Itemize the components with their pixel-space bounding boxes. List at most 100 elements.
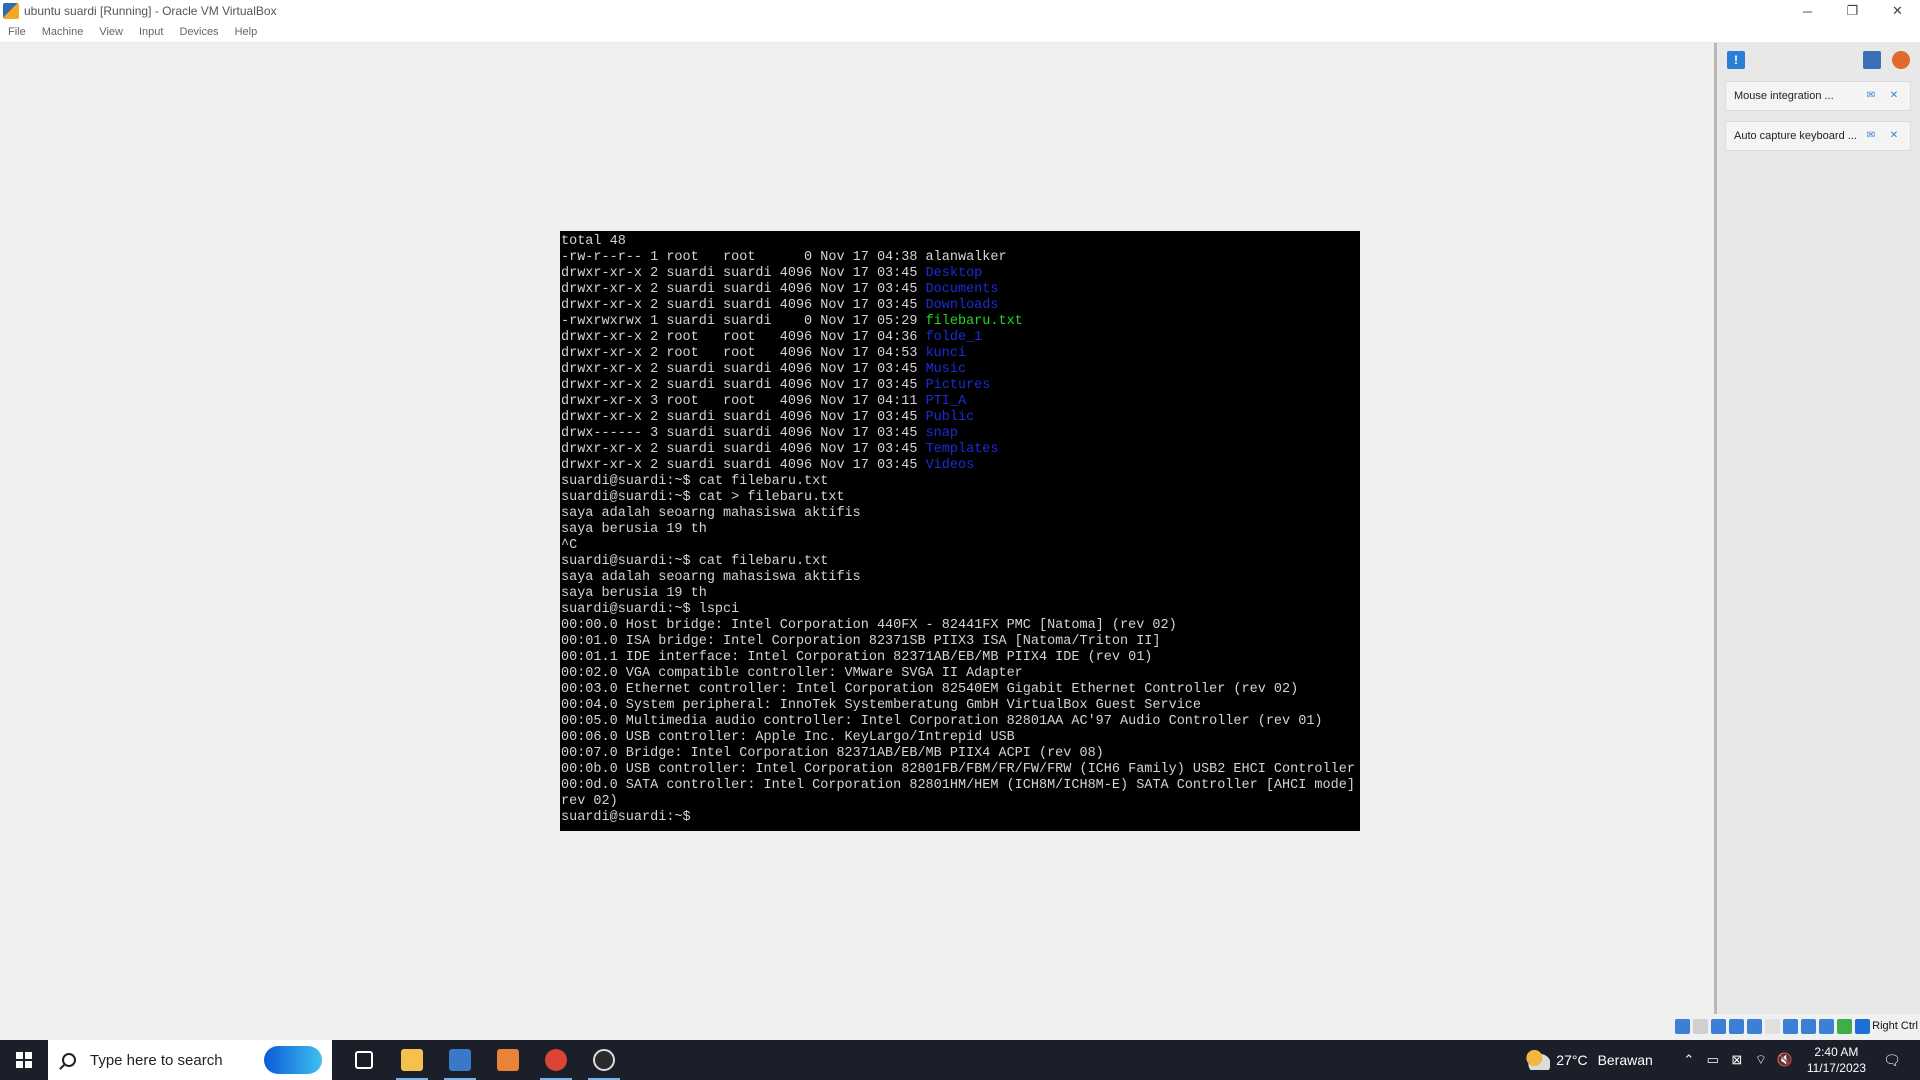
taskbar-app-chrome[interactable]	[532, 1040, 580, 1080]
taskbar-search[interactable]: Type here to search	[48, 1040, 332, 1080]
status-device-icon[interactable]	[1765, 1019, 1780, 1034]
weather-icon[interactable]	[1524, 1050, 1551, 1070]
terminal-line: saya berusia 19 th	[561, 586, 1359, 602]
terminal-text: saya adalah seoarng mahasiswa aktifis	[561, 570, 861, 585]
terminal-filename: Music	[925, 362, 967, 377]
terminal-text: 00:03.0 Ethernet controller: Intel Corpo…	[561, 682, 1299, 697]
menu-machine[interactable]: Machine	[35, 26, 91, 38]
status-device-icon[interactable]	[1711, 1019, 1726, 1034]
tablet-icon[interactable]: ▭	[1701, 1052, 1725, 1068]
terminal-line: -rwxrwxrwx 1 suardi suardi 0 Nov 17 05:2…	[561, 314, 1359, 330]
notification-center-icon[interactable]: 🗨	[1880, 1052, 1904, 1069]
status-device-icon[interactable]	[1783, 1019, 1798, 1034]
chrome-icon	[545, 1049, 567, 1071]
clock[interactable]: 2:40 AM 11/17/2023	[1807, 1044, 1866, 1076]
terminal-text: drwxr-xr-x 2 suardi suardi 4096 Nov 17 0…	[561, 266, 926, 281]
minimize-button[interactable]: ─	[1785, 0, 1830, 22]
title-bar: ubuntu suardi [Running] - Oracle VM Virt…	[0, 0, 1920, 22]
menu-input[interactable]: Input	[132, 26, 170, 38]
terminal-text: drwxr-xr-x 3 root root 4096 Nov 17 04:11	[561, 394, 926, 409]
terminal-line: ^C	[561, 538, 1359, 554]
terminal-text: saya adalah seoarng mahasiswa aktifis	[561, 506, 861, 521]
taskbar-app-virtualbox[interactable]	[436, 1040, 484, 1080]
menu-devices[interactable]: Devices	[172, 26, 225, 38]
terminal-line: 00:05.0 Multimedia audio controller: Int…	[561, 714, 1359, 730]
terminal-text: 00:06.0 USB controller: Apple Inc. KeyLa…	[561, 730, 1015, 745]
terminal-text: suardi@suardi:~$	[561, 810, 699, 825]
terminal-line: drwxr-xr-x 3 root root 4096 Nov 17 04:11…	[561, 394, 1359, 410]
status-device-icon[interactable]	[1693, 1019, 1708, 1034]
status-device-icon[interactable]	[1819, 1019, 1834, 1034]
weather-description[interactable]: Berawan	[1598, 1052, 1653, 1068]
status-device-icon[interactable]	[1801, 1019, 1816, 1034]
guest-terminal[interactable]: total 48 -rw-r--r-- 1 root root 0 Nov 17 …	[560, 231, 1360, 831]
terminal-text: saya berusia 19 th	[561, 586, 707, 601]
wifi-icon[interactable]: ⌔	[1749, 1052, 1773, 1068]
terminal-filename: kunci	[925, 346, 967, 361]
status-device-icon[interactable]	[1675, 1019, 1690, 1034]
terminal-line: drwxr-xr-x 2 suardi suardi 4096 Nov 17 0…	[561, 266, 1359, 282]
terminal-text: total 48	[561, 234, 626, 249]
terminal-text: drwxr-xr-x 2 suardi suardi 4096 Nov 17 0…	[561, 362, 926, 377]
terminal-text: suardi@suardi:~$ cat > filebaru.txt	[561, 490, 845, 505]
vm-display-area[interactable]: total 48 -rw-r--r-- 1 root root 0 Nov 17 …	[0, 43, 1714, 1033]
notification-text: Mouse integration ...	[1734, 90, 1834, 102]
status-device-icon[interactable]	[1855, 1019, 1870, 1034]
clock-time: 2:40 AM	[1814, 1045, 1859, 1059]
terminal-filename: filebaru.txt	[925, 314, 1023, 329]
volume-muted-icon[interactable]: 🔇	[1773, 1052, 1797, 1068]
security-icon[interactable]: ⊠	[1725, 1052, 1749, 1068]
terminal-text: saya berusia 19 th	[561, 522, 707, 537]
start-button[interactable]	[0, 1040, 48, 1080]
terminal-line: 00:03.0 Ethernet controller: Intel Corpo…	[561, 682, 1359, 698]
terminal-line: suardi@suardi:~$ cat > filebaru.txt	[561, 490, 1359, 506]
status-device-icon[interactable]	[1729, 1019, 1744, 1034]
terminal-text: 00:0d.0 SATA controller: Intel Corporati…	[561, 778, 1360, 793]
terminal-text: drwxr-xr-x 2 suardi suardi 4096 Nov 17 0…	[561, 458, 926, 473]
notification-text: Auto capture keyboard ...	[1734, 130, 1857, 142]
sublime-icon	[497, 1049, 519, 1071]
terminal-text: drwx------ 3 suardi suardi 4096 Nov 17 0…	[561, 426, 926, 441]
taskbar-app-task-view[interactable]	[340, 1040, 388, 1080]
terminal-text: -rw-r--r-- 1 root root 0 Nov 17 04:38 al…	[561, 250, 1007, 265]
obs-icon	[593, 1049, 615, 1071]
system-tray: 27°C Berawan ⌃ ▭ ⊠ ⌔ 🔇 2:40 AM 11/17/202…	[1524, 1040, 1920, 1080]
taskbar-app-obs[interactable]	[580, 1040, 628, 1080]
window-controls: ─ ❐ ✕	[1785, 0, 1920, 22]
status-device-icon[interactable]	[1747, 1019, 1762, 1034]
close-notification-icon[interactable]: ✕	[1887, 89, 1901, 103]
close-notification-icon[interactable]: ✕	[1887, 129, 1901, 143]
info-icon[interactable]: !	[1727, 51, 1745, 69]
terminal-filename: snap	[925, 426, 958, 441]
taskbar-apps	[340, 1040, 628, 1080]
do-not-show-icon[interactable]: ✉	[1864, 89, 1878, 103]
status-device-icon[interactable]	[1837, 1019, 1852, 1034]
taskbar-app-file-explorer[interactable]	[388, 1040, 436, 1080]
terminal-line: drwxr-xr-x 2 root root 4096 Nov 17 04:53…	[561, 346, 1359, 362]
terminal-line: drwxr-xr-x 2 suardi suardi 4096 Nov 17 0…	[561, 458, 1359, 474]
terminal-line: 00:07.0 Bridge: Intel Corporation 82371A…	[561, 746, 1359, 762]
virtualbox-app-icon	[3, 3, 19, 19]
weather-temperature[interactable]: 27°C	[1556, 1052, 1587, 1068]
notification-auto-capture-keyboard[interactable]: Auto capture keyboard ... ✉ ✕	[1725, 121, 1911, 151]
dismiss-all-icon[interactable]	[1892, 51, 1910, 69]
terminal-line: drwxr-xr-x 2 suardi suardi 4096 Nov 17 0…	[561, 378, 1359, 394]
notification-mouse-integration[interactable]: Mouse integration ... ✉ ✕	[1725, 81, 1911, 111]
menu-file[interactable]: File	[0, 26, 33, 38]
menu-help[interactable]: Help	[228, 26, 265, 38]
menu-view[interactable]: View	[92, 26, 130, 38]
terminal-line: 00:06.0 USB controller: Apple Inc. KeyLa…	[561, 730, 1359, 746]
close-button[interactable]: ✕	[1875, 0, 1920, 22]
terminal-text: drwxr-xr-x 2 root root 4096 Nov 17 04:53	[561, 346, 926, 361]
layout-icon[interactable]	[1863, 51, 1881, 69]
terminal-line: rev 02)	[561, 794, 1359, 810]
search-highlight-icon[interactable]	[264, 1046, 322, 1074]
terminal-filename: Pictures	[925, 378, 991, 393]
terminal-line: 00:0b.0 USB controller: Intel Corporatio…	[561, 762, 1359, 778]
restore-button[interactable]: ❐	[1830, 0, 1875, 22]
do-not-show-icon[interactable]: ✉	[1864, 129, 1878, 143]
terminal-filename: Videos	[925, 458, 975, 473]
host-key-label: Right Ctrl	[1872, 1020, 1918, 1032]
show-hidden-icons[interactable]: ⌃	[1677, 1052, 1701, 1068]
taskbar-app-sublime[interactable]	[484, 1040, 532, 1080]
